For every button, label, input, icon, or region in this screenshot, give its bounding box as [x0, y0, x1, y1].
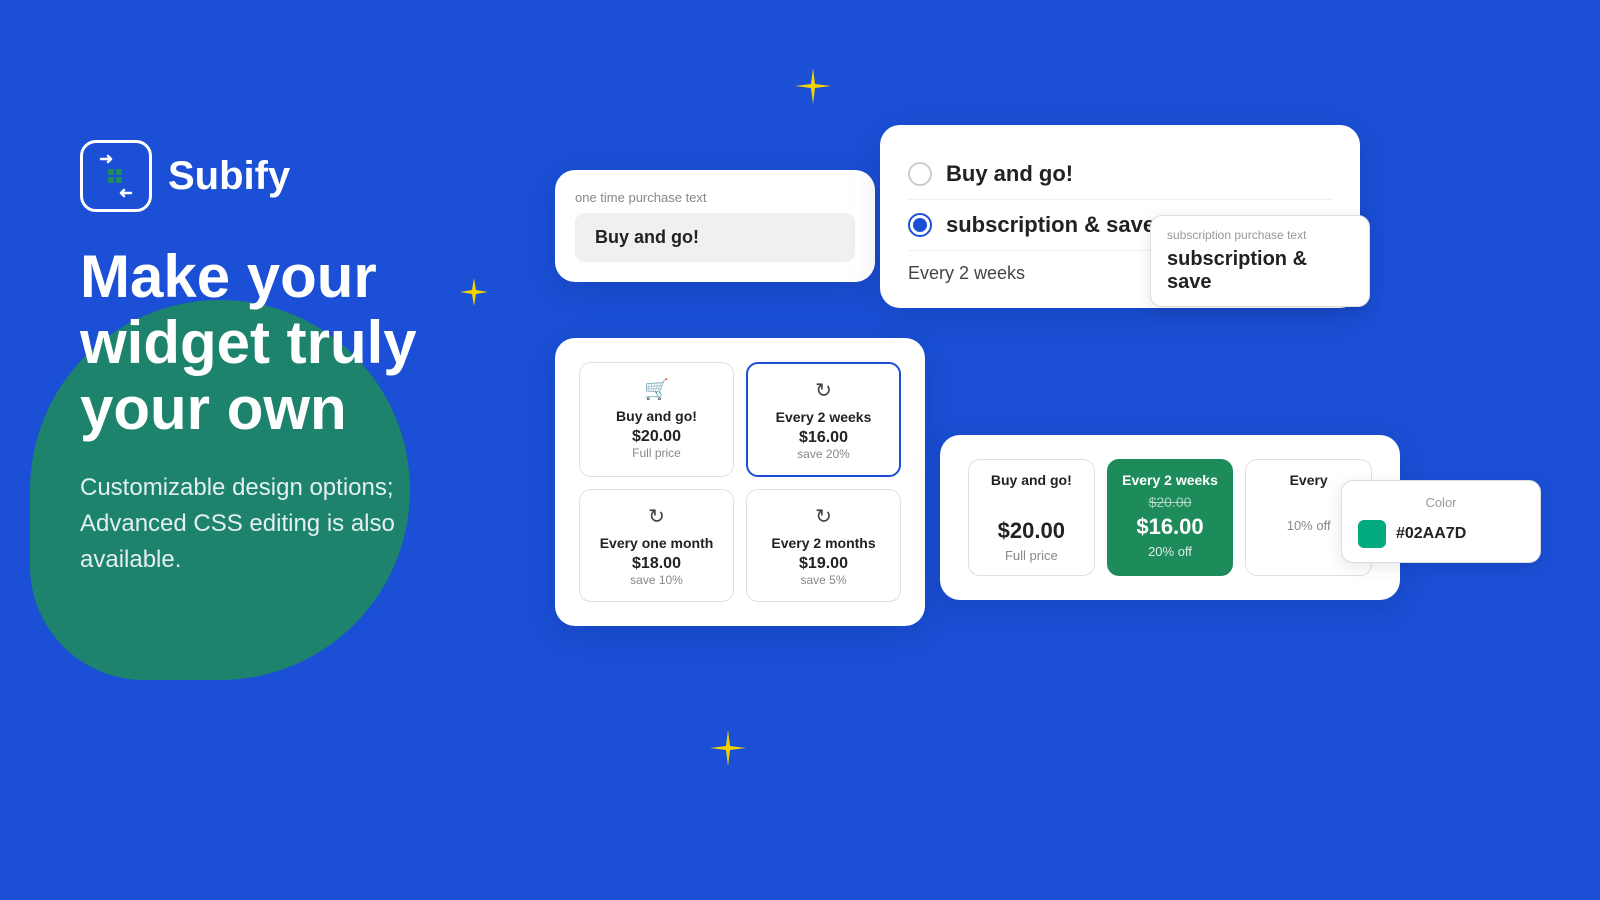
widget-label: one time purchase text [575, 190, 855, 205]
cc-discount-2weeks: 20% off [1116, 544, 1225, 559]
sparkle-top [795, 68, 831, 104]
freq-label: Every 2 weeks [908, 263, 1025, 284]
cell-price-buy: $20.00 [590, 428, 723, 446]
tooltip-label: subscription purchase text [1167, 228, 1353, 242]
grid-cell-1month[interactable]: ↻ Every one month $18.00 save 10% [579, 489, 734, 602]
cell-price-2weeks: $16.00 [758, 429, 889, 447]
refresh-icon-1: ↻ [758, 378, 889, 403]
subscription-tooltip: subscription purchase text subscription … [1150, 215, 1370, 307]
sparkle-bottom [710, 730, 746, 766]
cell-price-1month: $18.00 [590, 555, 723, 573]
sub-label-buy: Buy and go! [946, 161, 1332, 187]
widget-color: Buy and go! $20.00 Full price Every 2 we… [940, 435, 1400, 600]
cc-title-2weeks: Every 2 weeks [1116, 472, 1225, 488]
tooltip-value: subscription & save [1167, 248, 1353, 294]
color-cell-every[interactable]: Every 10% off Color #02AA7D [1245, 459, 1372, 576]
refresh-icon-3: ↻ [757, 504, 890, 529]
cp-value: #02AA7D [1358, 520, 1524, 548]
logo-icon [80, 140, 152, 212]
color-hex: #02AA7D [1396, 525, 1466, 543]
left-section: Subify Make your widget truly your own C… [80, 140, 500, 578]
grid-cell-2weeks[interactable]: ↻ Every 2 weeks $16.00 save 20% [746, 362, 901, 477]
headline: Make your widget truly your own [80, 244, 500, 442]
subtext: Customizable design options; Advanced CS… [80, 470, 500, 578]
cell-price-2months: $19.00 [757, 555, 890, 573]
color-cell-2weeks[interactable]: Every 2 weeks $20.00 $16.00 20% off [1107, 459, 1234, 576]
cell-title-buy: Buy and go! [590, 408, 723, 424]
cc-price-buy: $20.00 [977, 518, 1086, 544]
cell-sub-buy: Full price [590, 446, 723, 460]
color-picker-popup: Color #02AA7D [1341, 480, 1541, 563]
grid-cell-2months[interactable]: ↻ Every 2 months $19.00 save 5% [746, 489, 901, 602]
radio-subscription[interactable] [908, 213, 932, 237]
grid-cell-buy[interactable]: 🛒 Buy and go! $20.00 Full price [579, 362, 734, 477]
widget-subscription: subscription purchase text subscription … [880, 125, 1360, 308]
cc-title-buy: Buy and go! [977, 472, 1086, 488]
cell-title-1month: Every one month [590, 535, 723, 551]
cell-sub-2months: save 5% [757, 573, 890, 587]
refresh-icon-2: ↻ [590, 504, 723, 529]
cart-icon: 🛒 [590, 377, 723, 402]
cp-label: Color [1358, 495, 1524, 510]
logo-row: Subify [80, 140, 500, 212]
cell-title-2weeks: Every 2 weeks [758, 409, 889, 425]
widget-one-time: one time purchase text Buy and go! [555, 170, 875, 282]
cc-discount-buy: Full price [977, 548, 1086, 563]
color-swatch[interactable] [1358, 520, 1386, 548]
sparkle-mid [460, 278, 488, 306]
cell-sub-2weeks: save 20% [758, 447, 889, 461]
cell-title-2months: Every 2 months [757, 535, 890, 551]
color-cell-buy[interactable]: Buy and go! $20.00 Full price [968, 459, 1095, 576]
cc-price-old: $20.00 [1116, 494, 1225, 510]
logo-name: Subify [168, 154, 290, 199]
radio-buy[interactable] [908, 162, 932, 186]
buy-go-button[interactable]: Buy and go! [575, 213, 855, 262]
widget-grid: 🛒 Buy and go! $20.00 Full price ↻ Every … [555, 338, 925, 626]
cell-sub-1month: save 10% [590, 573, 723, 587]
sub-row-buy[interactable]: Buy and go! [908, 149, 1332, 200]
color-options-grid: Buy and go! $20.00 Full price Every 2 we… [968, 459, 1372, 576]
options-grid: 🛒 Buy and go! $20.00 Full price ↻ Every … [579, 362, 901, 602]
cc-price-2weeks: $16.00 [1116, 514, 1225, 540]
